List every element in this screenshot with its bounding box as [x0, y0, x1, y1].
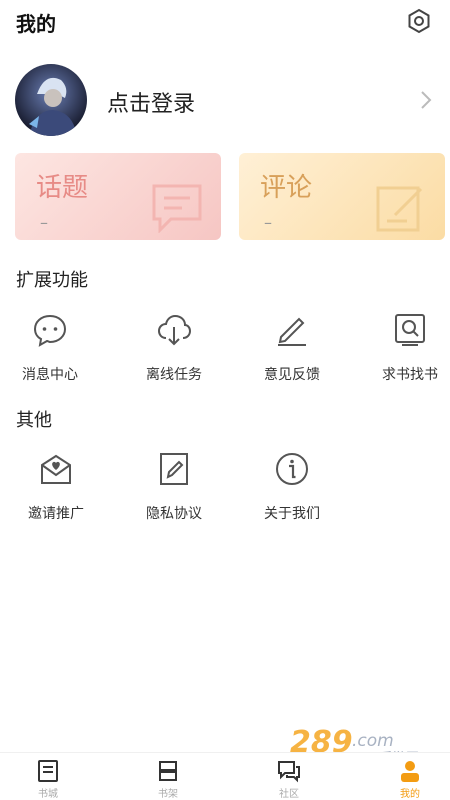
- ext-item-message-center[interactable]: 消息中心: [0, 312, 100, 392]
- review-count: –: [264, 213, 272, 232]
- tab-community[interactable]: 社区: [259, 759, 319, 800]
- ext-item-label: 意见反馈: [264, 367, 320, 383]
- other-item-label: 邀请推广: [28, 506, 84, 522]
- chevron-right-icon: [421, 91, 432, 109]
- bookshelf-icon: [159, 761, 177, 781]
- ext-item-label: 消息中心: [22, 367, 78, 383]
- cloud-download-icon: [157, 314, 192, 346]
- review-card[interactable]: 评论 –: [239, 153, 445, 240]
- review-title: 评论: [260, 173, 313, 203]
- info-icon: [276, 453, 308, 485]
- svg-text:.com: .com: [352, 731, 394, 751]
- page-header: 我的: [16, 4, 436, 38]
- tab-bookstore[interactable]: 书城: [18, 759, 78, 800]
- message-icon: [33, 314, 67, 347]
- page-title: 我的: [16, 12, 56, 36]
- tab-profile[interactable]: 我的: [380, 759, 440, 800]
- ext-item-label: 求书找书: [382, 367, 438, 383]
- invite-envelope-icon: [41, 454, 71, 484]
- ext-section-title: 扩展功能: [16, 270, 88, 291]
- other-item-label: 关于我们: [264, 506, 320, 522]
- settings-icon[interactable]: [406, 8, 432, 34]
- topic-card[interactable]: 话题 –: [15, 153, 221, 240]
- avatar[interactable]: [15, 64, 87, 136]
- login-label[interactable]: 点击登录: [107, 86, 195, 118]
- login-row[interactable]: 点击登录: [15, 64, 436, 136]
- other-item-privacy[interactable]: 隐私协议: [124, 451, 224, 531]
- other-item-label: 隐私协议: [146, 506, 202, 522]
- other-section-title: 其他: [16, 410, 52, 431]
- book-search-icon: [395, 314, 425, 346]
- other-item-about[interactable]: 关于我们: [242, 451, 342, 531]
- bottom-tab-bar: 书城 书架 社区 我的: [0, 752, 450, 800]
- ext-item-offline-tasks[interactable]: 离线任务: [124, 312, 224, 392]
- comment-icon: [152, 184, 202, 233]
- profile-icon: [401, 761, 419, 782]
- community-icon: [278, 761, 300, 783]
- ext-item-feedback[interactable]: 意见反馈: [242, 312, 342, 392]
- other-item-invite[interactable]: 邀请推广: [6, 451, 106, 531]
- bookstore-icon: [38, 760, 58, 782]
- edit-note-icon: [376, 186, 423, 232]
- ext-item-label: 离线任务: [146, 367, 202, 383]
- topic-count: –: [40, 213, 48, 232]
- pencil-icon: [278, 317, 306, 346]
- ext-item-book-request[interactable]: 求书找书: [360, 312, 450, 392]
- topic-title: 话题: [36, 173, 89, 203]
- privacy-document-icon: [160, 453, 188, 485]
- tab-bookshelf[interactable]: 书架: [138, 759, 198, 800]
